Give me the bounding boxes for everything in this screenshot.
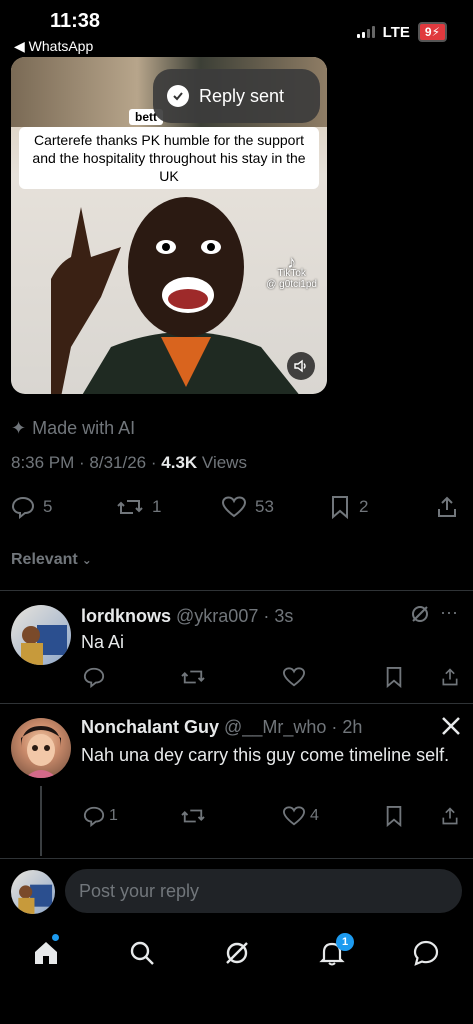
reply-author[interactable]: lordknows @ykra007 · 3s xyxy=(81,606,293,627)
battery-icon: 9⚡ xyxy=(417,22,447,42)
reply-text: Na Ai xyxy=(81,632,125,652)
tiktok-handle: @ g0tci1pd xyxy=(266,279,317,290)
heart-icon[interactable] xyxy=(282,666,306,688)
message-bubble-icon xyxy=(413,940,439,966)
video-caption: Carterefe thanks PK humble for the suppo… xyxy=(19,127,319,189)
share-icon xyxy=(438,496,456,517)
back-label: ◀ WhatsApp xyxy=(14,38,94,54)
avatar-image xyxy=(21,625,67,665)
share-button[interactable] xyxy=(435,495,459,519)
more-options-icon[interactable]: ··· xyxy=(440,602,458,623)
sort-replies-dropdown[interactable]: Relevant ⌄ xyxy=(11,551,92,569)
share-icon[interactable] xyxy=(440,805,460,827)
tab-grok[interactable] xyxy=(219,935,255,971)
reply-time: 3s xyxy=(274,606,294,626)
tab-messages[interactable] xyxy=(408,935,444,971)
reply-count: 1 xyxy=(109,807,118,824)
tiktok-brand: TikTok xyxy=(277,268,306,279)
network-label: LTE xyxy=(382,23,410,41)
grok-icon xyxy=(226,942,248,964)
bookmark-icon[interactable] xyxy=(384,666,404,688)
heart-icon xyxy=(282,806,306,826)
bookmark-icon xyxy=(332,496,348,519)
toast-label: Reply sent xyxy=(199,85,285,106)
author-handle: @ykra007 xyxy=(176,606,259,626)
reply-icon xyxy=(11,496,35,519)
avatar[interactable] xyxy=(11,605,71,665)
x-logo-icon[interactable] xyxy=(440,715,462,742)
bookmark-icon[interactable] xyxy=(384,805,404,827)
avatar-image xyxy=(18,884,53,914)
avatar-image xyxy=(21,726,61,778)
chevron-down-icon: ⌄ xyxy=(81,553,92,567)
reply-input-placeholder: Post your reply xyxy=(79,880,200,901)
sparkle-icon: ✦ xyxy=(11,418,27,438)
like-button[interactable]: 4 xyxy=(282,805,319,827)
repost-button[interactable]: 1 xyxy=(116,495,161,519)
composer-avatar xyxy=(11,870,55,914)
post-metadata: 8:36 PM · 8/31/26 · 4.3K Views xyxy=(11,453,247,472)
reply-item[interactable]: Nonchalant Guy @__Mr_who · 2h Nah una de… xyxy=(0,703,473,858)
bottom-tab-bar: 1 xyxy=(0,925,473,985)
repost-icon[interactable] xyxy=(180,805,206,827)
reply-icon xyxy=(83,806,105,827)
heart-icon xyxy=(221,496,247,518)
made-with-ai-text: Made with AI xyxy=(32,418,136,438)
views-count: 4.3K xyxy=(161,453,198,472)
like-count: 53 xyxy=(255,497,274,516)
bookmark-count: 2 xyxy=(359,497,369,516)
bookmark-button[interactable]: 2 xyxy=(329,495,368,519)
home-icon xyxy=(35,942,57,964)
checkmark-icon xyxy=(167,85,189,107)
post-time: 8:36 PM xyxy=(11,453,75,472)
author-name: lordknows xyxy=(81,606,172,626)
reply-author[interactable]: Nonchalant Guy @__Mr_who · 2h xyxy=(81,717,362,738)
grok-icon[interactable] xyxy=(410,604,430,629)
repost-icon[interactable] xyxy=(180,666,206,688)
like-button[interactable]: 53 xyxy=(221,495,274,519)
search-icon xyxy=(130,941,154,965)
avatar[interactable] xyxy=(11,718,71,778)
divider xyxy=(0,858,473,859)
notifications-badge: 1 xyxy=(336,933,354,951)
volume-button[interactable] xyxy=(287,352,315,380)
author-handle: @__Mr_who xyxy=(224,717,327,737)
home-unread-dot xyxy=(52,934,59,941)
author-name: Nonchalant Guy xyxy=(81,717,220,737)
post-actions: 5 1 53 2 xyxy=(11,495,461,521)
battery-level: 9 xyxy=(424,25,432,39)
reply-icon[interactable] xyxy=(83,666,105,688)
thread-line xyxy=(40,786,42,856)
post-date: 8/31/26 xyxy=(89,453,147,472)
signal-icon xyxy=(356,26,375,38)
tab-search[interactable] xyxy=(124,935,160,971)
tiktok-watermark: ♪ TikTok @ g0tci1pd xyxy=(266,252,317,290)
reply-time: 2h xyxy=(342,717,363,737)
reply-item[interactable]: lordknows @ykra007 · 3s ··· Na Ai xyxy=(0,590,473,702)
tiktok-logo-icon: ♪ xyxy=(287,252,297,272)
tab-notifications[interactable]: 1 xyxy=(314,933,354,971)
reply-input[interactable]: Post your reply xyxy=(65,869,462,913)
reply-text: Nah una dey carry this guy come timeline… xyxy=(81,745,450,765)
speaker-icon xyxy=(294,359,306,373)
back-to-whatsapp[interactable]: ◀ WhatsApp xyxy=(14,38,93,55)
reply-count: 5 xyxy=(43,497,53,516)
reply-sent-toast: Reply sent xyxy=(153,69,320,123)
reply-button[interactable]: 5 xyxy=(11,495,52,519)
reply-button[interactable]: 1 xyxy=(83,805,118,827)
repost-count: 1 xyxy=(152,497,162,516)
views-label: Views xyxy=(201,453,247,472)
video-person-illustration xyxy=(51,197,299,394)
like-count: 4 xyxy=(310,807,319,824)
share-icon[interactable] xyxy=(440,666,460,688)
repost-icon xyxy=(117,500,143,514)
sort-label: Relevant xyxy=(11,551,78,568)
tab-home[interactable] xyxy=(28,934,64,971)
made-with-ai-label[interactable]: ✦ Made with AI xyxy=(11,418,135,439)
status-indicators: LTE 9⚡ xyxy=(356,22,447,42)
status-time: 11:38 xyxy=(50,10,101,32)
